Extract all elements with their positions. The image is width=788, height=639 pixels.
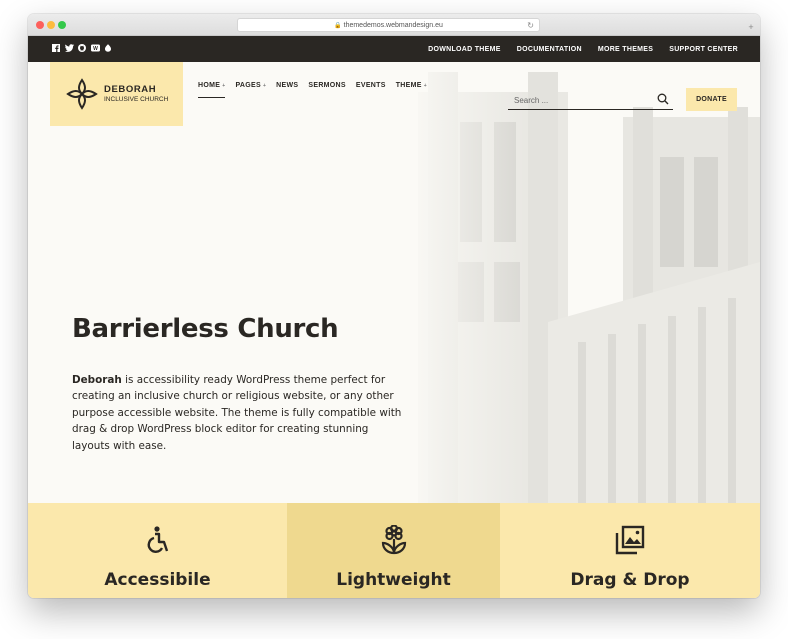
top-nav: DOWNLOAD THEME DOCUMENTATION MORE THEMES… — [428, 36, 738, 62]
flower-icon — [381, 525, 406, 555]
hero-description-text: is accessibility ready WordPress theme p… — [72, 374, 402, 452]
maximize-window-button[interactable] — [58, 21, 66, 29]
features-strip: Accessibile Lightweight Drag & Drop — [28, 503, 760, 598]
nav-item-sermons[interactable]: SERMONS — [308, 82, 346, 98]
browser-window: 🔒 themedemos.webmandesign.eu ↻ + W DOWNLO… — [28, 14, 760, 598]
feature-drag-drop: Drag & Drop — [500, 503, 760, 598]
nav-item-theme[interactable]: THEME + — [396, 82, 427, 98]
feature-label: Lightweight — [336, 570, 451, 590]
hero-section: DEBORAH INCLUSIVE CHURCH HOME + PAGES + NE… — [28, 62, 760, 503]
logo-tagline: INCLUSIVE CHURCH — [104, 96, 169, 103]
accessibility-icon — [147, 526, 168, 553]
feature-label: Drag & Drop — [570, 570, 690, 590]
download-theme-link[interactable]: DOWNLOAD THEME — [428, 46, 501, 53]
browser-titlebar: 🔒 themedemos.webmandesign.eu ↻ + — [28, 14, 760, 36]
close-window-button[interactable] — [36, 21, 44, 29]
dropdown-caret-icon: + — [262, 83, 267, 89]
github-icon[interactable] — [78, 44, 86, 52]
lock-icon: 🔒 — [334, 23, 342, 29]
minimize-window-button[interactable] — [47, 21, 55, 29]
svg-text:W: W — [93, 46, 98, 52]
logo-name: DEBORAH — [104, 84, 157, 95]
dropdown-caret-icon: + — [222, 83, 226, 89]
social-links: W — [52, 44, 112, 52]
search-form — [508, 90, 673, 110]
hero-description-strong: Deborah — [72, 374, 122, 386]
dropdown-caret-icon: + — [423, 83, 427, 89]
feature-accessible: Accessibile — [28, 503, 287, 598]
facebook-icon[interactable] — [52, 44, 60, 52]
cathedral-illustration — [398, 62, 760, 503]
feature-label: Accessibile — [104, 570, 211, 590]
more-themes-link[interactable]: MORE THEMES — [598, 46, 653, 53]
logo-flower-icon — [66, 78, 98, 110]
documentation-link[interactable]: DOCUMENTATION — [517, 46, 582, 53]
address-bar[interactable]: 🔒 themedemos.webmandesign.eu ↻ — [237, 18, 540, 32]
new-tab-icon[interactable]: + — [746, 22, 756, 32]
nav-item-home[interactable]: HOME + — [198, 82, 226, 98]
donate-button[interactable]: DONATE — [686, 88, 737, 111]
search-icon[interactable] — [657, 93, 669, 105]
feature-lightweight: Lightweight — [287, 503, 500, 598]
nav-item-pages[interactable]: PAGES + — [235, 82, 266, 98]
hero-description: Deborah is accessibility ready WordPress… — [72, 372, 402, 454]
twitter-icon[interactable] — [65, 44, 74, 52]
wordpress-icon[interactable]: W — [91, 44, 100, 52]
url-text: themedemos.webmandesign.eu — [343, 22, 443, 29]
support-center-link[interactable]: SUPPORT CENTER — [669, 46, 738, 53]
site-logo[interactable]: DEBORAH INCLUSIVE CHURCH — [50, 62, 183, 126]
instagram-icon[interactable] — [104, 44, 112, 52]
nav-item-events[interactable]: EVENTS — [356, 82, 386, 98]
nav-item-news[interactable]: NEWS — [276, 82, 298, 98]
search-input[interactable] — [514, 92, 644, 108]
main-nav: HOME + PAGES + NEWS SERMONS EVENTS THEME + — [198, 82, 427, 98]
images-icon — [615, 525, 645, 555]
reload-icon[interactable]: ↻ — [527, 19, 534, 32]
hero-title: Barrierless Church — [72, 314, 339, 344]
top-bar: W DOWNLOAD THEME DOCUMENTATION MORE THEM… — [28, 36, 760, 62]
